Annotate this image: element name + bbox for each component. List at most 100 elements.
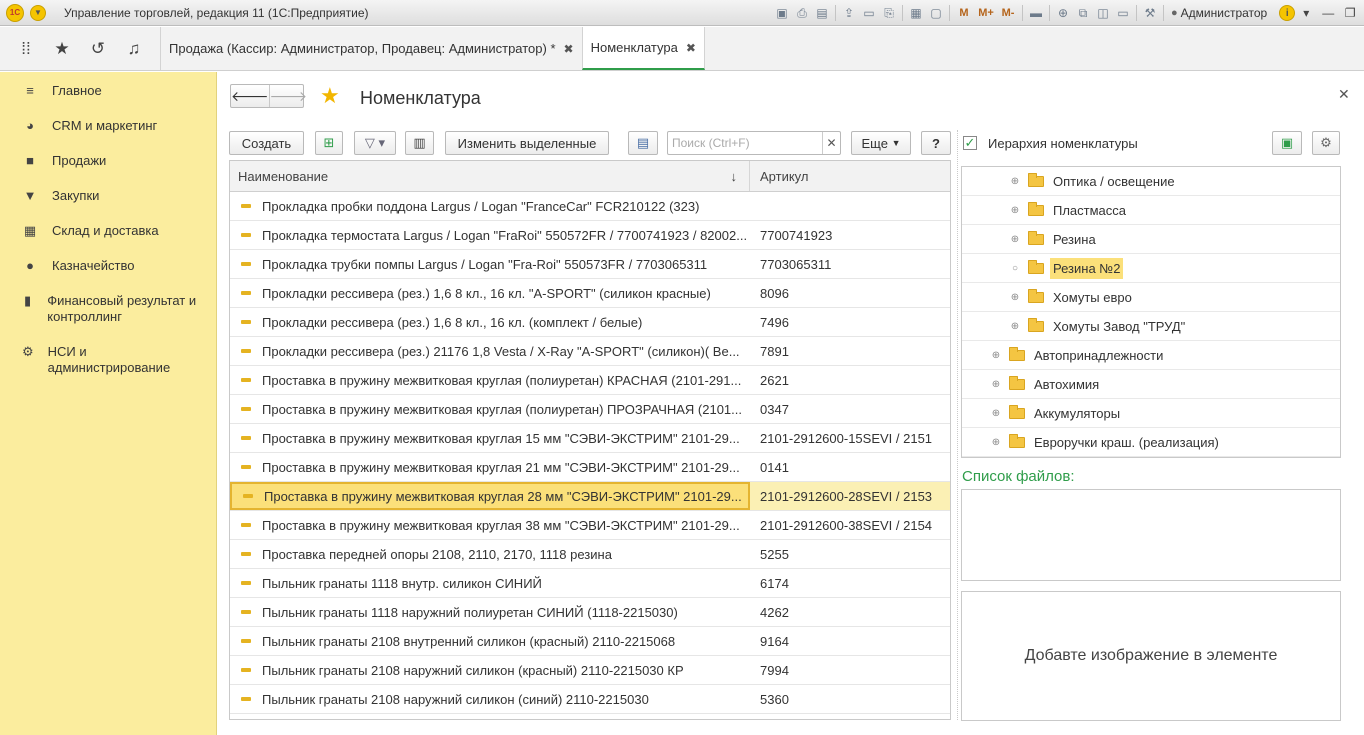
sidebar-item-warehouse[interactable]: ▦ Склад и доставка [22, 223, 159, 239]
table-row[interactable]: Пыльник гранаты 2108 внутренний силикон … [230, 627, 950, 656]
table-row[interactable]: Проставка в пружину межвитковая круглая … [230, 511, 950, 540]
table-row[interactable]: Прокладки рессивера (рез.) 1,6 8 кл., 16… [230, 279, 950, 308]
settings-gear-icon[interactable]: ⚙ [1312, 131, 1340, 155]
minimize-button[interactable]: — [1317, 3, 1339, 23]
close-tab-icon[interactable]: ✖ [686, 41, 696, 55]
expand-plus-icon[interactable]: ⊕ [991, 350, 1001, 361]
table-row[interactable]: Проставка в пружину межвитковая круглая … [230, 366, 950, 395]
table-row[interactable]: Прокладка трубки помпы Largus / Logan "F… [230, 250, 950, 279]
table-row[interactable]: Проставка передней опоры 2108, 2110, 217… [230, 540, 950, 569]
app-logo-icon[interactable]: 1С [6, 3, 24, 22]
notifications-bell-icon[interactable]: ♫ [116, 27, 152, 70]
sidebar-item-admin[interactable]: ⚙ НСИ и администрирование [22, 344, 170, 376]
expand-plus-icon[interactable]: ⊕ [1010, 292, 1020, 303]
forward-arrow-icon[interactable]: 🡒 [268, 85, 307, 107]
hierarchy-checkbox[interactable]: ✓ [963, 135, 977, 150]
tree-node[interactable]: ○ Резина №2 [962, 254, 1340, 283]
favorite-star-icon[interactable]: ★ [320, 85, 340, 107]
link-icon[interactable]: ⎘ [879, 3, 899, 23]
expand-plus-icon[interactable]: ⊕ [1010, 176, 1020, 187]
tree-node[interactable]: ⊕ Автопринадлежности [962, 341, 1340, 370]
favorites-star-icon[interactable]: ★ [44, 27, 80, 70]
tools-icon[interactable]: ⚒ [1140, 3, 1160, 23]
table-row[interactable]: Прокладки рессивера (рез.) 21176 1,8 Ves… [230, 337, 950, 366]
edit-selected-button[interactable]: Изменить выделенные [445, 131, 609, 155]
table-row[interactable]: Проставка в пружину межвитковая круглая … [230, 395, 950, 424]
memory-button[interactable]: M [953, 3, 975, 23]
upload-icon[interactable]: ⇪ [839, 3, 859, 23]
chevron-down-icon[interactable]: ▾ [1295, 3, 1317, 23]
table-row[interactable]: Пыльник гранаты 1118 внутр. силикон СИНИ… [230, 569, 950, 598]
calendar-icon[interactable]: ▢ [926, 3, 946, 23]
expand-plus-icon[interactable]: ⊕ [991, 437, 1001, 448]
leaf-circle-icon[interactable]: ○ [1010, 263, 1020, 274]
table-row[interactable]: Прокладка термостата Largus / Logan "Fra… [230, 221, 950, 250]
save-icon[interactable]: ▣ [772, 3, 792, 23]
restore-button[interactable]: ❐ [1339, 3, 1361, 23]
print-icon[interactable]: ⎙ [792, 3, 812, 23]
table-row[interactable]: Проставка в пружину межвитковая круглая … [230, 453, 950, 482]
tree-node[interactable]: ⊕ Аккумуляторы [962, 399, 1340, 428]
list-settings-icon[interactable]: ▤ [628, 131, 658, 155]
calculator-icon[interactable]: ▦ [906, 3, 926, 23]
tree-node[interactable]: ⊕ Хомуты евро [962, 283, 1340, 312]
table-row[interactable]: Пыльник гранаты 2108 наружний силикон (с… [230, 685, 950, 714]
table-row[interactable]: Прокладка пробки поддона Largus / Logan … [230, 192, 950, 221]
sidebar-item-main[interactable]: ≡ Главное [22, 83, 101, 99]
table-row[interactable]: Пыльник гранаты 1118 наружний полиуретан… [230, 598, 950, 627]
close-tab-icon[interactable]: ✖ [564, 42, 574, 56]
history-icon[interactable]: ↺ [80, 27, 116, 70]
sidebar-item-purchases[interactable]: ▼ Закупки [22, 188, 100, 204]
tab-sale[interactable]: Продажа (Кассир: Администратор, Продавец… [160, 27, 582, 70]
clear-search-icon[interactable]: ✕ [822, 132, 840, 154]
image-placeholder[interactable]: Добавте изображение в элементе [961, 591, 1341, 721]
tree-node[interactable]: ⊕ Евроручки краш. (реализация) [962, 428, 1340, 457]
preview-icon[interactable]: ▤ [812, 3, 832, 23]
layout-icon[interactable]: ▭ [1113, 3, 1133, 23]
expand-plus-icon[interactable]: ⊕ [1010, 234, 1020, 245]
expand-plus-icon[interactable]: ⊕ [991, 379, 1001, 390]
cell-name: Прокладки рессивера (рез.) 21176 1,8 Ves… [230, 337, 750, 365]
folder-icon[interactable]: ▬ [1026, 3, 1046, 23]
expand-plus-icon[interactable]: ⊕ [991, 408, 1001, 419]
sidebar-item-sales[interactable]: ■ Продажи [22, 153, 106, 169]
tree-node[interactable]: ⊕ Хомуты Завод "ТРУД" [962, 312, 1340, 341]
sidebar-item-crm[interactable]: ◕ CRM и маркетинг [22, 118, 157, 134]
copy-item-icon[interactable]: ⊞ [315, 131, 343, 155]
info-icon[interactable]: i [1279, 5, 1296, 21]
memory-minus-button[interactable]: M- [997, 3, 1019, 23]
back-arrow-icon[interactable]: 🡐 [231, 85, 269, 107]
barcode-icon[interactable]: ▥ [405, 131, 434, 155]
help-button[interactable]: ? [921, 131, 951, 155]
tree-node[interactable]: ⊕ Автохимия [962, 370, 1340, 399]
close-form-icon[interactable]: ✕ [1338, 86, 1350, 103]
table-row[interactable]: Проставка в пружину межвитковая круглая … [230, 424, 950, 453]
files-list[interactable] [961, 489, 1341, 581]
memory-plus-button[interactable]: M+ [975, 3, 997, 23]
table-row[interactable]: Пыльник гранаты 2108 наружний силикон (к… [230, 656, 950, 685]
panels-icon[interactable]: ◫ [1093, 3, 1113, 23]
column-article-header[interactable]: Артикул [750, 169, 808, 184]
more-button[interactable]: Еще ▼ [851, 131, 911, 155]
tree-node[interactable]: ⊕ Оптика / освещение [962, 167, 1340, 196]
zoom-icon[interactable]: ⊕ [1053, 3, 1073, 23]
user-menu[interactable]: ● Администратор [1171, 6, 1267, 20]
column-name-header[interactable]: Наименование ↓ [230, 161, 750, 191]
search-input[interactable] [672, 133, 822, 153]
sidebar-item-finance[interactable]: ▮ Финансовый результат и контроллинг [22, 293, 207, 325]
tree-node[interactable]: ⊕ Пластмасса [962, 196, 1340, 225]
expand-plus-icon[interactable]: ⊕ [1010, 205, 1020, 216]
expand-plus-icon[interactable]: ⊕ [1010, 321, 1020, 332]
create-button[interactable]: Создать [229, 131, 304, 155]
sidebar-item-treasury[interactable]: ● Казначейство [22, 258, 134, 274]
scanner-icon[interactable]: ▭ [859, 3, 879, 23]
add-folder-icon[interactable]: ▣ [1272, 131, 1302, 155]
windows-icon[interactable]: ⧉ [1073, 3, 1093, 23]
table-row[interactable]: Проставка в пружину межвитковая круглая … [230, 482, 950, 511]
filter-dropdown-icon[interactable]: ▽ ▾ [354, 131, 396, 155]
apps-grid-icon[interactable]: ⁞⁞ [8, 27, 44, 70]
tab-nomenclature[interactable]: Номенклатура ✖ [581, 27, 705, 70]
table-row[interactable]: Прокладки рессивера (рез.) 1,6 8 кл., 16… [230, 308, 950, 337]
tree-node[interactable]: ⊕ Резина [962, 225, 1340, 254]
main-menu-icon[interactable]: ▼ [30, 4, 46, 21]
